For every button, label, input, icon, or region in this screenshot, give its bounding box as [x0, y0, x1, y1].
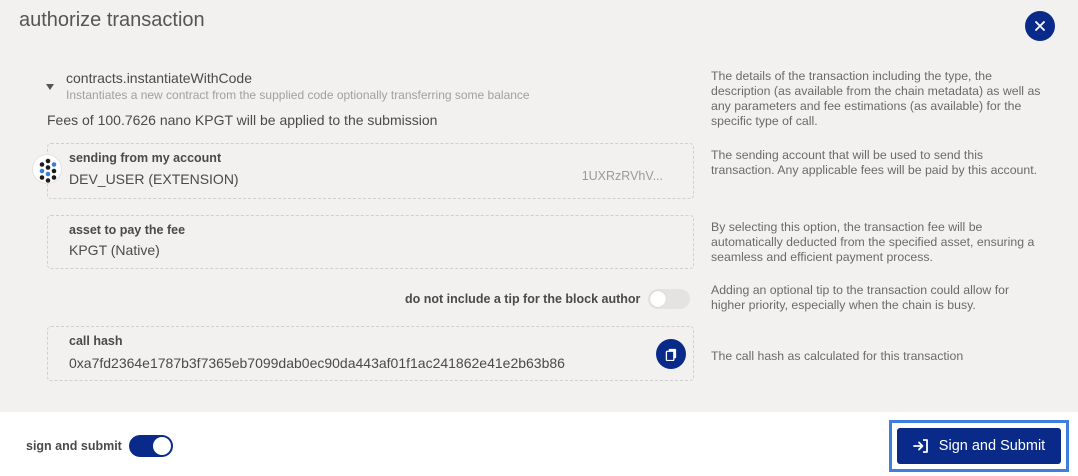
account-avatar: [32, 154, 62, 184]
fee-asset-value: KPGT (Native): [69, 242, 160, 258]
modal-title: authorize transaction: [19, 9, 205, 31]
modal-footer: sign and submit Sign and Submit: [0, 412, 1078, 476]
call-description: Instantiates a new contract from the sup…: [66, 88, 530, 102]
submit-button-label: Sign and Submit: [938, 438, 1046, 454]
sign-and-submit-button[interactable]: Sign and Submit: [897, 428, 1061, 464]
call-hash-help-text: The call hash as calculated for this tra…: [711, 349, 964, 363]
call-hash-value: 0xa7fd2364e1787b3f7365eb7099dab0ec90da44…: [69, 355, 565, 371]
sign-and-submit-toggle[interactable]: [129, 435, 173, 457]
copy-button[interactable]: [656, 339, 686, 369]
sending-account-field[interactable]: sending from my account DEV_USER (EXTENS…: [47, 143, 694, 199]
fees-text: Fees of 100.7626 nano KPGT will be appli…: [47, 112, 438, 128]
tip-label: do not include a tip for the block autho…: [405, 292, 641, 306]
call-hash-label: call hash: [69, 334, 123, 348]
tip-toggle[interactable]: [648, 289, 691, 309]
sign-and-submit-label: sign and submit: [26, 439, 122, 453]
call-summary[interactable]: contracts.instantiateWithCode Instantiat…: [46, 70, 530, 102]
call-help-text: The details of the transaction including…: [711, 69, 1041, 128]
close-button[interactable]: [1025, 11, 1055, 41]
submit-focus-ring: Sign and Submit: [889, 420, 1069, 472]
caret-down-icon[interactable]: [46, 84, 54, 90]
tip-toggle-knob: [650, 291, 667, 307]
account-help-text: The sending account that will be used to…: [711, 148, 1038, 177]
sending-account-label: sending from my account: [69, 151, 222, 165]
call-hash-field: call hash 0xa7fd2364e1787b3f7365eb7099da…: [47, 326, 694, 381]
copy-icon: [665, 348, 676, 361]
account-name: DEV_USER (EXTENSION): [69, 171, 239, 187]
account-address: 1UXRzRVhV...: [581, 169, 663, 183]
tip-row: do not include a tip for the block autho…: [405, 289, 691, 309]
sign-toggle-knob: [153, 437, 171, 455]
fee-asset-help-text: By selecting this option, the transactio…: [711, 220, 1035, 264]
tip-help-text: Adding an optional tip to the transactio…: [711, 283, 1010, 312]
call-name: contracts.instantiateWithCode: [66, 70, 252, 86]
fee-asset-label: asset to pay the fee: [69, 223, 186, 237]
close-icon: [1035, 21, 1045, 31]
sign-in-icon: [912, 439, 928, 453]
fee-asset-field[interactable]: asset to pay the fee KPGT (Native): [47, 215, 694, 269]
